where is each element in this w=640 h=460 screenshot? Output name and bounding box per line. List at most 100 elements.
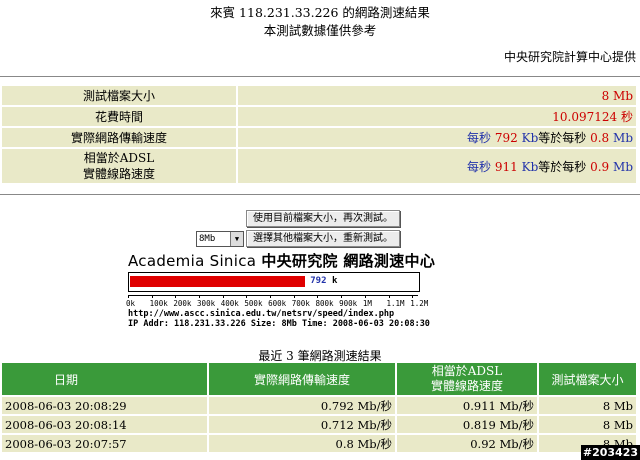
speed-bar-value: 792 bbox=[310, 276, 327, 286]
adsl-kb: 911 bbox=[494, 159, 518, 174]
watermark-badge: #203423 bbox=[580, 445, 640, 460]
speed-bar: 792 k bbox=[128, 272, 420, 292]
axis-tick bbox=[222, 295, 224, 298]
adsl-label: 相當於ADSL 實體線路速度 bbox=[2, 149, 236, 183]
actual-speed-value: 每秒 792 Kb等於每秒 0.8 Mb bbox=[238, 128, 636, 147]
actual-mb-unit: Mb bbox=[613, 131, 633, 145]
results-table: 測試檔案大小 8 Mb 花費時間 10.097124 秒 實際網路傳輸速度 每秒… bbox=[0, 84, 638, 185]
file-size-number: 8 bbox=[601, 88, 610, 103]
tick-label: 100k bbox=[149, 299, 168, 308]
row-time: 花費時間 10.097124 秒 bbox=[2, 107, 636, 126]
axis-tick bbox=[128, 295, 129, 298]
history-header-speed: 實際網路傳輸速度 bbox=[209, 363, 395, 395]
tick-label: 1.2M bbox=[410, 299, 429, 308]
adsl-label-line2: 實體線路速度 bbox=[82, 167, 155, 181]
time-unit: 秒 bbox=[620, 110, 633, 124]
tick-label: 600k bbox=[268, 299, 287, 308]
history-adsl: 0.911 Mb/秒 bbox=[397, 397, 537, 414]
tick-label: 300k bbox=[197, 299, 216, 308]
history-header-adsl: 相當於ADSL 實體線路速度 bbox=[397, 363, 537, 395]
info-block: http://www.ascc.sinica.edu.tw/netsrv/spe… bbox=[128, 309, 430, 329]
row-actual-speed: 實際網路傳輸速度 每秒 792 Kb等於每秒 0.8 Mb bbox=[2, 128, 636, 147]
tick-label: 1.1M bbox=[386, 299, 405, 308]
tick-label: 800k bbox=[315, 299, 334, 308]
axis-tick bbox=[388, 295, 390, 298]
page-header: 來賓 118.231.33.226 的網路測速結果 本測試數據僅供參考 bbox=[0, 4, 640, 40]
actual-prefix: 每秒 bbox=[467, 131, 492, 145]
axis-tick bbox=[364, 295, 366, 298]
adsl-mid: 等於每秒 bbox=[538, 159, 587, 174]
adsl-speed-value: 每秒 911 Kb等於每秒 0.9 Mb bbox=[238, 149, 636, 183]
history-speed: 0.712 Mb/秒 bbox=[209, 416, 395, 433]
history-speed: 0.8 Mb/秒 bbox=[209, 435, 395, 452]
history-date: 2008-06-03 20:08:14 bbox=[2, 416, 207, 433]
history-header-row: 日期 實際網路傳輸速度 相當於ADSL 實體線路速度 測試檔案大小 bbox=[2, 363, 636, 395]
tick-label: 0k bbox=[126, 299, 136, 308]
actual-speed-label: 實際網路傳輸速度 bbox=[2, 128, 236, 147]
table-row: 2008-06-03 20:07:57 0.8 Mb/秒 0.92 Mb/秒 8… bbox=[2, 435, 636, 452]
history-header-date: 日期 bbox=[2, 363, 207, 395]
axis-tick bbox=[293, 295, 295, 298]
file-size-value: 8 Mb bbox=[238, 86, 636, 105]
speed-bar-fill bbox=[130, 276, 306, 287]
tick-label: 1M bbox=[362, 299, 372, 308]
time-value: 10.097124 秒 bbox=[238, 107, 636, 126]
divider-top bbox=[0, 76, 640, 77]
history-header-adsl-line1: 相當於ADSL bbox=[431, 364, 503, 378]
table-row: 2008-06-03 20:08:14 0.712 Mb/秒 0.819 Mb/… bbox=[2, 416, 636, 433]
tick-label: 900k bbox=[339, 299, 358, 308]
speed-axis-line bbox=[128, 295, 418, 296]
page-subtitle: 本測試數據僅供參考 bbox=[263, 23, 377, 38]
row-file-size: 測試檔案大小 8 Mb bbox=[2, 86, 636, 105]
axis-tick bbox=[246, 295, 248, 298]
axis-tick bbox=[341, 295, 343, 298]
axis-tick bbox=[412, 295, 414, 298]
history-header-adsl-line2: 實體線路速度 bbox=[430, 379, 503, 393]
actual-kb-unit: Kb bbox=[521, 131, 539, 145]
adsl-mb-unit: Mb bbox=[613, 159, 633, 174]
time-label: 花費時間 bbox=[2, 107, 236, 126]
history-size: 8 Mb bbox=[539, 397, 636, 414]
speed-bar-label: 792 k bbox=[310, 276, 337, 286]
tick-label: 700k bbox=[291, 299, 310, 308]
actual-kb: 792 bbox=[494, 131, 518, 145]
banner: Academia Sinica 中央研究院 網路測速中心 bbox=[128, 250, 435, 271]
retest-button[interactable]: 使用目前檔案大小，再次測試。 bbox=[246, 210, 400, 227]
axis-tick bbox=[270, 295, 272, 298]
history-adsl: 0.92 Mb/秒 bbox=[397, 435, 537, 452]
axis-tick bbox=[199, 295, 201, 298]
banner-chinese: 中央研究院 網路測速中心 bbox=[261, 252, 436, 270]
adsl-mb: 0.9 bbox=[590, 159, 610, 174]
speed-bar-unit: k bbox=[331, 276, 338, 286]
chevron-down-icon[interactable]: ▼ bbox=[230, 232, 243, 246]
size-select[interactable]: 8Mb ▼ bbox=[196, 231, 244, 247]
adsl-kb-unit: Kb bbox=[521, 159, 539, 174]
history-adsl: 0.819 Mb/秒 bbox=[397, 416, 537, 433]
axis-tick bbox=[175, 295, 177, 298]
tick-label: 500k bbox=[244, 299, 263, 308]
history-date: 2008-06-03 20:07:57 bbox=[2, 435, 207, 452]
history-size: 8 Mb bbox=[539, 416, 636, 433]
axis-tick bbox=[151, 295, 153, 298]
tick-label: 400k bbox=[220, 299, 239, 308]
history-date: 2008-06-03 20:08:29 bbox=[2, 397, 207, 414]
history-header-size: 測試檔案大小 bbox=[539, 363, 636, 395]
row-adsl-speed: 相當於ADSL 實體線路速度 每秒 911 Kb等於每秒 0.9 Mb bbox=[2, 149, 636, 183]
banner-english: Academia Sinica bbox=[128, 252, 257, 270]
table-row: 2008-06-03 20:08:29 0.792 Mb/秒 0.911 Mb/… bbox=[2, 397, 636, 414]
page-title: 來賓 118.231.33.226 的網路測速結果 bbox=[210, 5, 430, 20]
adsl-prefix: 每秒 bbox=[467, 159, 492, 174]
actual-mb: 0.8 bbox=[590, 131, 610, 145]
divider-middle bbox=[0, 194, 640, 195]
history-table: 日期 實際網路傳輸速度 相當於ADSL 實體線路速度 測試檔案大小 2008-0… bbox=[0, 361, 638, 454]
size-select-value: 8Mb bbox=[199, 234, 216, 244]
history-speed: 0.792 Mb/秒 bbox=[209, 397, 395, 414]
info-ip-line: IP Addr: 118.231.33.226 Size: 8Mb Time: … bbox=[128, 318, 430, 329]
provider-text: 中央研究院計算中心提供 bbox=[503, 50, 636, 64]
axis-tick bbox=[317, 295, 319, 298]
tick-label: 200k bbox=[173, 299, 192, 308]
actual-mid: 等於每秒 bbox=[538, 131, 587, 145]
adsl-label-line1: 相當於ADSL bbox=[83, 151, 155, 165]
time-number: 10.097124 bbox=[552, 110, 618, 124]
choose-size-button[interactable]: 選擇其他檔案大小，重新測試。 bbox=[246, 230, 400, 247]
